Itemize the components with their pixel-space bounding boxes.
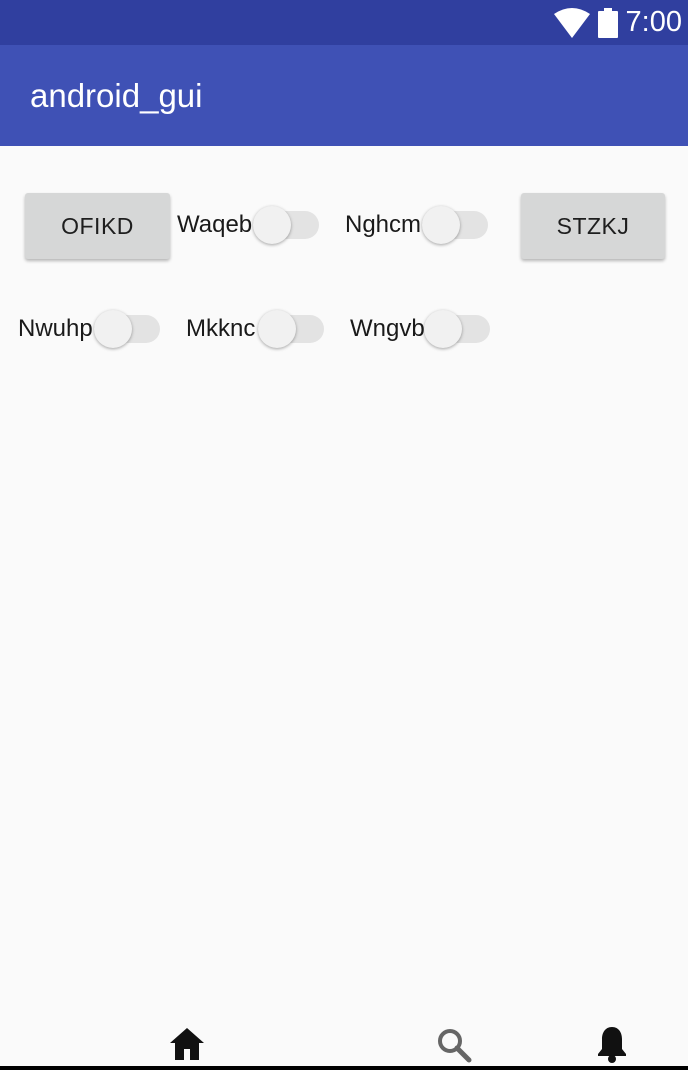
nav-bottom-line xyxy=(0,1066,688,1070)
wngvb-switch-label: Wngvb xyxy=(350,315,425,342)
wifi-icon xyxy=(553,7,590,38)
home-icon[interactable] xyxy=(169,1027,205,1061)
stzkj-button[interactable]: STZKJ xyxy=(521,193,665,259)
mkknc-switch-thumb xyxy=(258,310,296,348)
status-time: 7:00 xyxy=(625,6,682,38)
app-title: android_gui xyxy=(30,77,203,114)
bell-icon[interactable] xyxy=(596,1025,628,1063)
waqeb-switch-thumb xyxy=(253,206,291,244)
nghcm-switch-label: Nghcm xyxy=(345,211,422,238)
wngvb-switch-thumb xyxy=(424,310,462,348)
status-bar: 7:00 xyxy=(0,0,688,45)
nwuhp-switch-thumb xyxy=(94,310,132,348)
search-icon[interactable] xyxy=(436,1027,472,1063)
ofikd-button[interactable]: OFIKD xyxy=(25,193,170,259)
nghcm-switch-thumb xyxy=(422,206,460,244)
nwuhp-switch-label: Nwuhp xyxy=(18,315,93,342)
waqeb-switch-label: Waqeb xyxy=(177,211,253,238)
bottom-nav xyxy=(0,1003,688,1070)
mkknc-switch-label: Mkknc xyxy=(186,315,256,342)
battery-icon xyxy=(597,7,618,38)
